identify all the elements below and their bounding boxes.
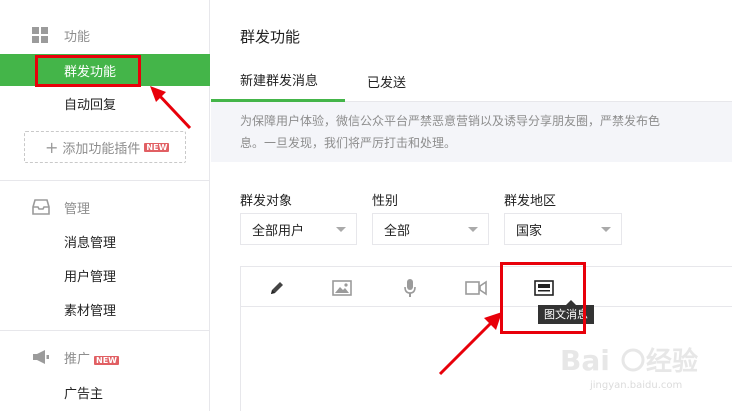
watermark-url: jingyan.baidu.com [590, 380, 683, 391]
svg-text:经验: 经验 [646, 346, 698, 377]
svg-text:Bai: Bai [560, 344, 610, 377]
arrow-icon [438, 312, 502, 376]
watermark-logo-icon: Bai 经验 [560, 344, 698, 377]
baidu-jingyan-watermark: Bai 经验 jingyan.baidu.com [560, 340, 730, 400]
arrow-icon [150, 86, 192, 130]
